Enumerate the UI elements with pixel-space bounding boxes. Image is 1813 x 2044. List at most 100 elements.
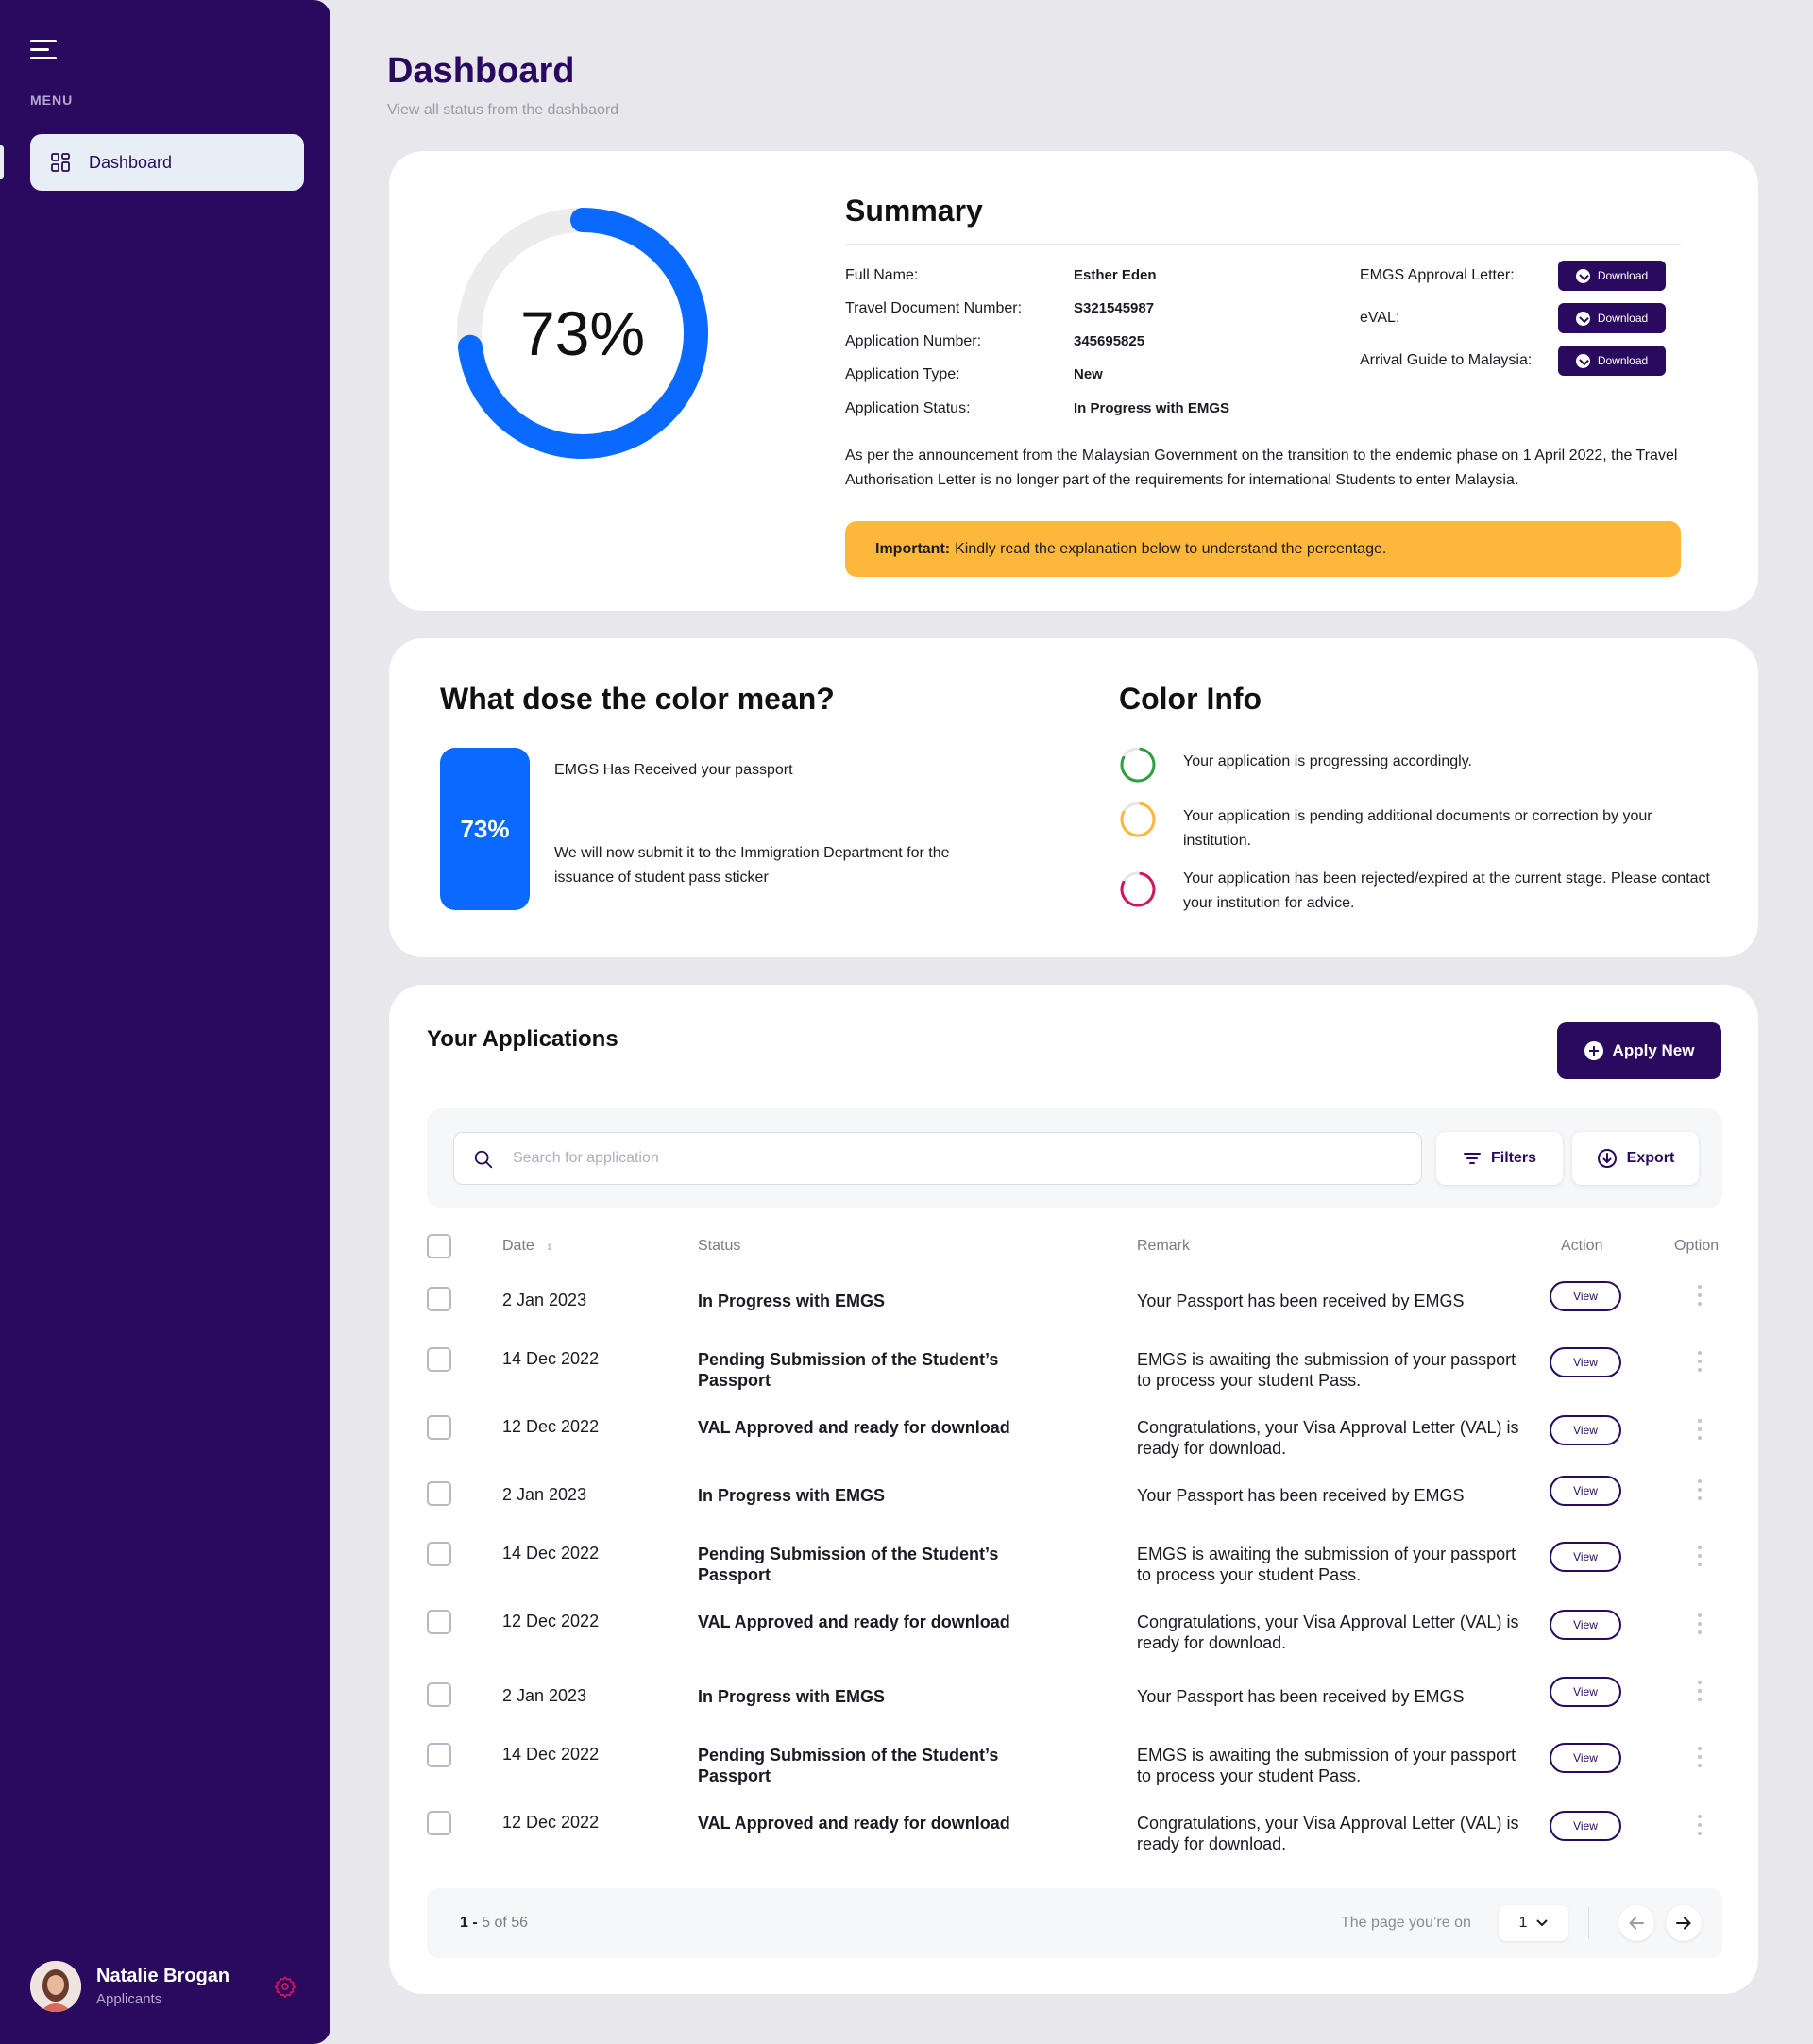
notice-text: As per the announcement from the Malaysi…	[845, 448, 1678, 488]
table-row: 2 Jan 2023 In Progress with EMGS Your Pass…	[427, 1476, 1722, 1542]
document-arrival-guide: Arrival Guide to Malaysia: Download	[1360, 346, 1700, 376]
field-label: Full Name:	[845, 267, 919, 283]
download-label: Download	[1597, 354, 1649, 367]
filters-label: Filters	[1490, 1150, 1536, 1166]
more-options-icon[interactable]	[1697, 1815, 1703, 1837]
previous-page-button[interactable]	[1618, 1905, 1654, 1941]
user-profile: Natalie Brogan Applicants	[30, 1960, 304, 2013]
field-value: Esther Eden	[1074, 267, 1157, 283]
filter-icon	[1463, 1153, 1481, 1164]
row-remark: Congratulations, your Visa Approval Lett…	[1137, 1418, 1519, 1458]
view-button[interactable]: View	[1550, 1542, 1621, 1572]
arrow-right-icon	[1676, 1917, 1691, 1930]
row-checkbox[interactable]	[427, 1287, 451, 1311]
row-checkbox[interactable]	[427, 1542, 451, 1566]
row-date: 2 Jan 2023	[502, 1291, 587, 1309]
view-button[interactable]: View	[1550, 1476, 1621, 1506]
more-options-icon[interactable]	[1697, 1351, 1703, 1374]
sidebar-item-dashboard[interactable]: Dashboard	[30, 134, 304, 191]
table-row: 12 Dec 2022 VAL Approved and ready for do…	[427, 1415, 1722, 1474]
field-value: In Progress with EMGS	[1074, 400, 1230, 416]
download-button[interactable]: Download	[1558, 346, 1666, 376]
row-date: 2 Jan 2023	[502, 1485, 587, 1504]
table-row: 14 Dec 2022 Pending Submission of the Stu…	[427, 1542, 1722, 1600]
filters-button[interactable]: Filters	[1436, 1132, 1563, 1185]
apply-new-label: Apply New	[1612, 1041, 1695, 1059]
view-button[interactable]: View	[1550, 1811, 1621, 1841]
view-label: View	[1573, 1751, 1598, 1765]
chevron-down-icon	[1536, 1919, 1548, 1927]
view-label: View	[1573, 1484, 1598, 1497]
page-select[interactable]: 1	[1499, 1905, 1568, 1941]
table-row: 12 Dec 2022 VAL Approved and ready for do…	[427, 1811, 1722, 1869]
row-status: In Progress with EMGS	[698, 1486, 886, 1505]
view-button[interactable]: View	[1550, 1677, 1621, 1707]
menu-toggle-icon[interactable]	[30, 40, 57, 60]
search-input[interactable]	[513, 1133, 1400, 1184]
row-checkbox[interactable]	[427, 1682, 451, 1707]
table-header: Date ⇕ Status Remark Action Option	[427, 1232, 1722, 1260]
legend-text: Your application is progressing accordin…	[1183, 753, 1472, 769]
view-button[interactable]: View	[1550, 1347, 1621, 1377]
row-checkbox[interactable]	[427, 1415, 451, 1440]
next-page-button[interactable]	[1666, 1905, 1702, 1941]
document-label: eVAL:	[1360, 310, 1400, 326]
view-label: View	[1573, 1290, 1598, 1303]
download-button[interactable]: Download	[1558, 261, 1666, 291]
view-label: View	[1573, 1356, 1598, 1369]
pagination-range-start: 1 -	[460, 1915, 478, 1931]
download-label: Download	[1597, 269, 1649, 282]
export-button[interactable]: Export	[1572, 1132, 1699, 1185]
more-options-icon[interactable]	[1697, 1546, 1703, 1568]
download-icon	[1575, 268, 1590, 283]
row-status: In Progress with EMGS	[698, 1687, 886, 1706]
document-emgs-approval: EMGS Approval Letter: Download	[1360, 261, 1700, 291]
more-options-icon[interactable]	[1697, 1285, 1703, 1308]
field-label: Travel Document Number:	[845, 300, 1023, 316]
row-remark: EMGS is awaiting the submission of your …	[1137, 1746, 1516, 1785]
download-label: Download	[1597, 312, 1649, 325]
row-remark: Your Passport has been received by EMGS	[1137, 1687, 1465, 1706]
more-options-icon[interactable]	[1697, 1747, 1703, 1769]
table-row: 14 Dec 2022 Pending Submission of the Stu…	[427, 1743, 1722, 1801]
view-button[interactable]: View	[1550, 1610, 1621, 1640]
document-eval: eVAL: Download	[1360, 303, 1700, 333]
view-button[interactable]: View	[1550, 1281, 1621, 1311]
progress-ring-red-icon	[1120, 871, 1156, 907]
menu-label: MENU	[30, 93, 74, 108]
grid-icon	[51, 153, 70, 172]
row-checkbox[interactable]	[427, 1481, 451, 1506]
view-button[interactable]: View	[1550, 1415, 1621, 1445]
gear-icon[interactable]	[274, 1975, 297, 1998]
profile-name: Natalie Brogan	[96, 1966, 230, 1986]
divider	[845, 244, 1681, 245]
more-options-icon[interactable]	[1697, 1613, 1703, 1636]
more-options-icon[interactable]	[1697, 1479, 1703, 1502]
row-date: 12 Dec 2022	[502, 1612, 600, 1630]
row-checkbox[interactable]	[427, 1610, 451, 1634]
download-button[interactable]: Download	[1558, 303, 1666, 333]
row-checkbox[interactable]	[427, 1347, 451, 1372]
sort-icon: ⇕	[546, 1242, 553, 1252]
view-button[interactable]: View	[1550, 1743, 1621, 1773]
row-date: 14 Dec 2022	[502, 1349, 600, 1368]
download-circle-icon	[1597, 1149, 1617, 1168]
column-action: Action	[1561, 1238, 1603, 1254]
select-all-checkbox[interactable]	[427, 1234, 451, 1258]
column-date[interactable]: Date ⇕	[502, 1238, 553, 1255]
row-date: 14 Dec 2022	[502, 1544, 600, 1563]
row-date: 2 Jan 2023	[502, 1686, 587, 1705]
more-options-icon[interactable]	[1697, 1681, 1703, 1703]
current-page: 1	[1518, 1915, 1528, 1931]
document-label: Arrival Guide to Malaysia:	[1360, 352, 1533, 368]
color-description-1: EMGS Has Received your passport	[554, 762, 793, 778]
search-box	[453, 1132, 1422, 1185]
avatar[interactable]	[30, 1961, 81, 2012]
apply-new-button[interactable]: Apply New	[1557, 1022, 1721, 1079]
color-meaning-title: What dose the color mean?	[440, 682, 835, 716]
row-checkbox[interactable]	[427, 1743, 451, 1767]
arrow-left-icon	[1629, 1917, 1644, 1930]
row-date: 14 Dec 2022	[502, 1745, 600, 1764]
row-checkbox[interactable]	[427, 1811, 451, 1835]
more-options-icon[interactable]	[1697, 1419, 1703, 1442]
